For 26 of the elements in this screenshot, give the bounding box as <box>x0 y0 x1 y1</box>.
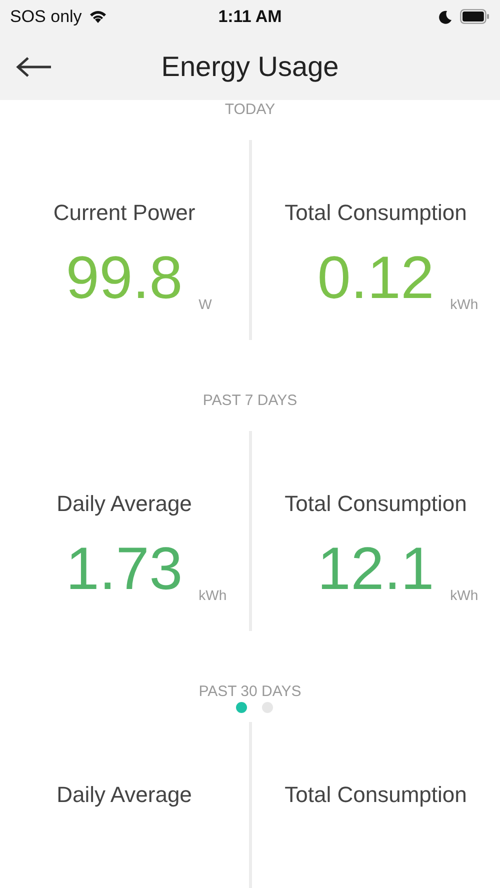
carrier-text: SOS only <box>10 6 82 26</box>
unit-label: kWh <box>198 587 227 603</box>
metric-title: Daily Average <box>56 782 192 808</box>
metric-value: 12.1 <box>317 539 434 599</box>
unit-label: kWh <box>450 296 478 312</box>
metric-title: Daily Average <box>56 491 192 517</box>
page-dot[interactable] <box>236 702 247 713</box>
metric-value: 0.12 <box>317 248 434 308</box>
period-label: PAST 7 DAYS <box>202 392 298 408</box>
period-label: TODAY <box>224 100 276 118</box>
wifi-icon <box>88 9 108 24</box>
metric-value: 99.8 <box>66 248 183 308</box>
metric-value: 1.73 <box>66 539 183 599</box>
metric-title: Total Consumption <box>284 491 467 517</box>
unit-label: W <box>198 296 212 312</box>
moon-icon <box>439 10 452 24</box>
unit-label: kWh <box>450 587 478 603</box>
metric-title: Total Consumption <box>284 200 467 226</box>
back-arrow-icon <box>16 56 52 78</box>
metric-title: Current Power <box>53 200 196 226</box>
metric-title: Total Consumption <box>284 782 467 808</box>
page-title: Energy Usage <box>161 50 339 82</box>
status-time: 1:11 AM <box>218 6 282 26</box>
period-label: PAST 30 DAYS <box>198 682 302 700</box>
page-dot[interactable] <box>262 702 273 713</box>
battery-icon <box>460 9 490 24</box>
